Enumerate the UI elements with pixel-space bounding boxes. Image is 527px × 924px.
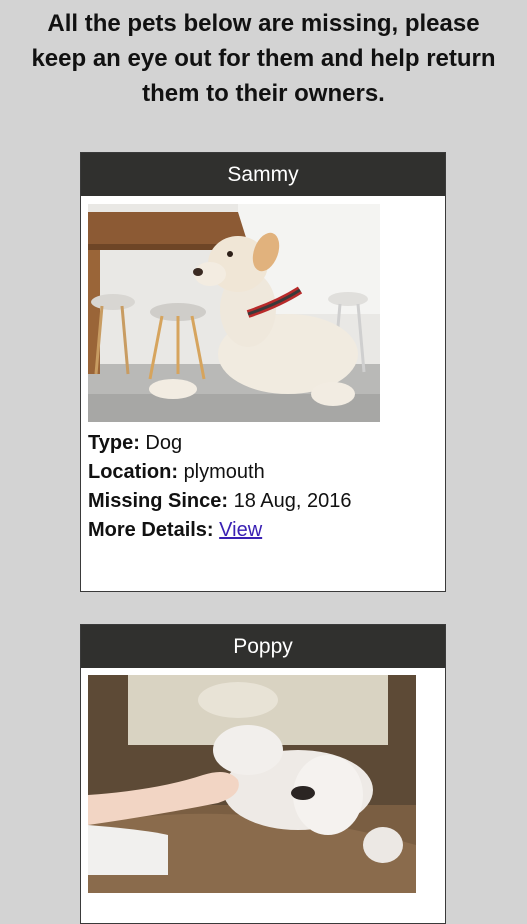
pet-name-header: Poppy	[81, 625, 445, 668]
missing-since-value: 18 Aug, 2016	[233, 490, 352, 512]
pet-card-sammy: Sammy Type: Dog Location: plymouth Missi…	[80, 152, 446, 592]
pet-details: Type: Dog Location: plymouth Missing Sin…	[88, 429, 351, 545]
view-details-link[interactable]: View	[219, 519, 262, 541]
intro-line-3: them to their owners.	[142, 80, 385, 107]
dog-photo-image	[88, 204, 380, 422]
pet-photo	[88, 675, 416, 893]
location-label: Location:	[88, 461, 178, 483]
pet-type-row: Type: Dog	[88, 429, 351, 458]
pet-card-poppy: Poppy	[80, 624, 446, 924]
type-value: Dog	[145, 432, 183, 454]
location-value: plymouth	[183, 461, 265, 483]
pet-location-row: Location: plymouth	[88, 458, 351, 487]
pet-missing-since-row: Missing Since: 18 Aug, 2016	[88, 487, 351, 516]
more-details-label: More Details:	[88, 519, 214, 541]
dog-photo-image	[88, 675, 416, 893]
intro-line-1: All the pets below are missing, please	[47, 10, 480, 37]
pet-more-details-row: More Details: View	[88, 516, 351, 545]
intro-line-2: keep an eye out for them and help return	[31, 45, 496, 72]
missing-pets-intro: All the pets below are missing, please k…	[0, 6, 527, 111]
type-label: Type:	[88, 432, 140, 454]
missing-since-label: Missing Since:	[88, 490, 229, 512]
pet-photo	[88, 204, 380, 422]
pet-name-header: Sammy	[81, 153, 445, 196]
